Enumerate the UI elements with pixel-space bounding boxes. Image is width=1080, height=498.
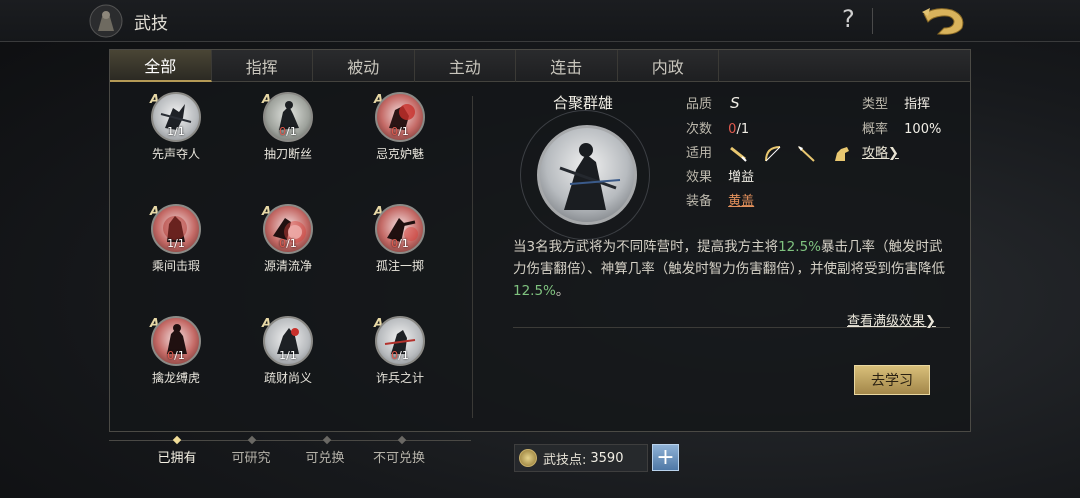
general-portrait-icon — [89, 4, 123, 38]
skill-icon: 0/1 — [375, 92, 425, 142]
equip-row: 装备 黄盖 — [686, 190, 754, 209]
equipped-general-link[interactable]: 黄盖 — [728, 194, 754, 209]
skill-description: 当3名我方武将为不同阵营时，提高我方主将12.5%暴击几率（触发时武力伤害翻倍）… — [513, 239, 945, 299]
divider — [872, 8, 873, 34]
skill-name: 忌克妒魅 — [375, 147, 424, 161]
equip-label: 装备 — [686, 194, 713, 209]
count-value: 0/1 — [728, 122, 750, 137]
skill-points: 武技点: 3590 — [514, 444, 648, 472]
skill-count: 1/1 — [279, 349, 297, 362]
skill-count: 0/1 — [279, 237, 297, 250]
skill-card[interactable]: A 0/1 忌克妒魅 — [350, 92, 450, 162]
filter-owned[interactable]: 已拥有 — [140, 447, 214, 466]
spear-icon — [798, 145, 816, 162]
effect-value: 增益 — [728, 170, 755, 185]
rate-label: 概率 — [862, 122, 889, 137]
filter-indicator — [397, 435, 407, 445]
skill-icon: 1/1 — [263, 316, 313, 366]
skill-card[interactable]: A 0/1 源清流净 — [238, 204, 338, 274]
skill-count: 0/1 — [391, 237, 409, 250]
skill-card[interactable]: A 0/1 擒龙缚虎 — [126, 316, 226, 386]
skill-count: 0/1 — [391, 125, 409, 138]
count-label: 次数 — [686, 122, 713, 137]
filter-not-exchangeable[interactable]: 不可兑换 — [362, 447, 436, 466]
tab-passive[interactable]: 被动 — [313, 50, 415, 82]
tab-combo[interactable]: 连击 — [516, 50, 618, 82]
count-row: 次数 0/1 — [686, 118, 749, 137]
skill-grid: A 1/1 先声夺人 A 0/1 抽刀断丝 A 0/1 忌克妒魅 A 1/1 乘… — [110, 82, 472, 431]
skill-card[interactable]: A 0/1 抽刀断丝 — [238, 92, 338, 162]
full-level-effect-link[interactable]: 查看满级效果❯ — [847, 310, 936, 329]
filter-indicator — [247, 435, 257, 445]
skill-count: 1/1 — [167, 125, 185, 138]
category-tabs: 全部 指挥 被动 主动 连击 内政 — [110, 50, 970, 82]
skill-name: 乘间击瑕 — [151, 259, 200, 273]
horse-icon — [834, 146, 849, 161]
filter-indicator — [322, 435, 332, 445]
skill-name: 擒龙缚虎 — [151, 371, 200, 385]
tab-active[interactable]: 主动 — [415, 50, 516, 82]
skill-card[interactable]: A 1/1 先声夺人 — [126, 92, 226, 162]
tab-command[interactable]: 指挥 — [212, 50, 313, 82]
skill-name: 疏财尚义 — [263, 371, 312, 385]
skill-count: 0/1 — [279, 125, 297, 138]
effect-label: 效果 — [686, 170, 713, 185]
filter-researchable[interactable]: 可研究 — [214, 447, 288, 466]
filter-exchangeable[interactable]: 可兑换 — [288, 447, 362, 466]
type-value: 指挥 — [904, 97, 931, 112]
tab-internal[interactable]: 内政 — [618, 50, 719, 82]
skill-points-value: 3590 — [590, 450, 624, 466]
page-title: 武技 — [134, 14, 168, 34]
type-label: 类型 — [862, 97, 889, 112]
ownership-filters: 已拥有 可研究 可兑换 不可兑换 — [140, 447, 436, 466]
rate-value: 100% — [904, 122, 942, 137]
dragon-back-icon[interactable] — [918, 4, 970, 38]
skill-name: 孤注一掷 — [375, 259, 424, 273]
quality-label: 品质 — [686, 97, 713, 112]
question-mark-icon[interactable]: ? — [842, 5, 855, 33]
filter-indicator — [172, 435, 182, 445]
skill-card[interactable]: A 0/1 诈兵之计 — [350, 316, 450, 386]
column-divider — [472, 96, 473, 418]
skill-count: 1/1 — [167, 237, 185, 250]
skill-card[interactable]: A 0/1 孤注一掷 — [350, 204, 450, 274]
skills-panel: 全部 指挥 被动 主动 连击 内政 A 1/1 先声夺人 A 0/1 抽刀断丝 … — [109, 49, 971, 432]
skill-points-label: 武技点: — [543, 452, 587, 468]
skill-icon: 1/1 — [151, 92, 201, 142]
skill-count: 0/1 — [391, 349, 409, 362]
apply-label: 适用 — [686, 146, 713, 161]
skill-count: 0/1 — [167, 349, 185, 362]
skill-icon: 0/1 — [151, 316, 201, 366]
add-points-button[interactable]: + — [652, 444, 679, 471]
skill-detail-icon — [537, 125, 637, 225]
sword-icon — [730, 146, 747, 162]
skill-card[interactable]: A 1/1 乘间击瑕 — [126, 204, 226, 274]
guide-link[interactable]: 攻略❯ — [862, 142, 899, 161]
bow-icon — [765, 145, 781, 161]
apply-row: 适用 — [686, 142, 861, 163]
skill-name: 抽刀断丝 — [263, 147, 312, 161]
quality-value: S — [730, 94, 740, 112]
skill-name: 诈兵之计 — [375, 371, 424, 385]
skill-icon: 0/1 — [375, 316, 425, 366]
tab-all[interactable]: 全部 — [110, 50, 212, 82]
top-bar: 武技 ? — [0, 0, 1080, 42]
skill-icon: 1/1 — [151, 204, 201, 254]
learn-button[interactable]: 去学习 — [854, 365, 930, 395]
rate-row: 概率 100% — [862, 118, 941, 137]
skill-card[interactable]: A 1/1 疏财尚义 — [238, 316, 338, 386]
skill-name: 先声夺人 — [151, 147, 200, 161]
filter-track — [109, 440, 471, 441]
effect-row: 效果 增益 — [686, 166, 754, 185]
skill-icon: 0/1 — [263, 92, 313, 142]
skill-icon: 0/1 — [263, 204, 313, 254]
type-row: 类型 指挥 — [862, 93, 930, 112]
skill-name: 源清流净 — [263, 259, 312, 273]
skill-icon: 0/1 — [375, 204, 425, 254]
skill-point-coin-icon — [519, 449, 537, 467]
quality-row: 品质 S — [686, 93, 740, 112]
